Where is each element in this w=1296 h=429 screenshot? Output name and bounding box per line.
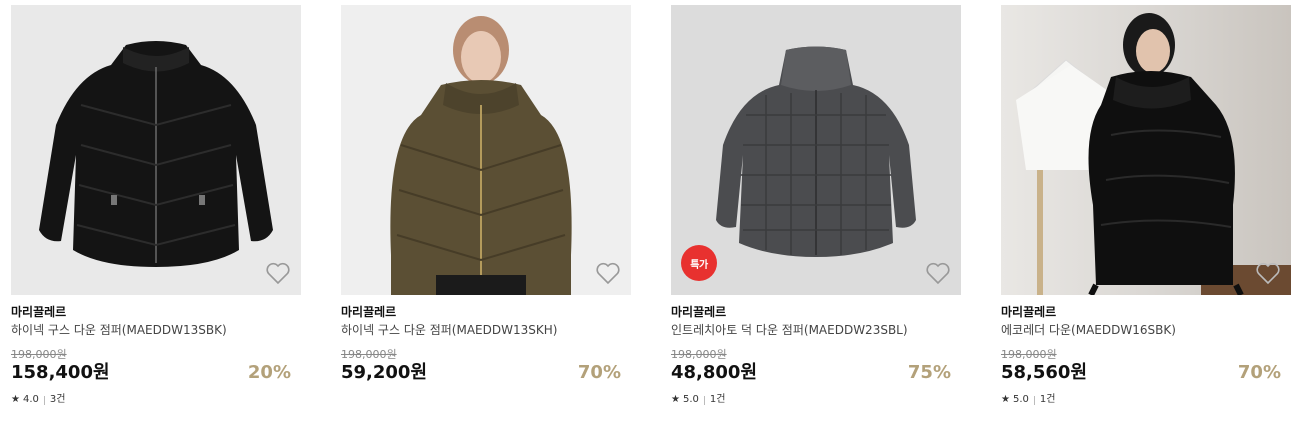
price-row: 58,560원 70% bbox=[1001, 362, 1291, 384]
sale-price: 48,800원 bbox=[671, 362, 758, 383]
product-name[interactable]: 에코레더 다운(MAEDDW16SBK) bbox=[1001, 323, 1291, 338]
wishlist-heart-icon[interactable] bbox=[1255, 261, 1281, 285]
product-card[interactable]: 마리끌레르 하이넥 구스 다운 점퍼(MAEDDW13SKH) 198,000원… bbox=[341, 5, 631, 384]
wishlist-heart-icon[interactable] bbox=[925, 261, 951, 285]
product-name[interactable]: 인트레치아토 덕 다운 점퍼(MAEDDW23SBL) bbox=[671, 323, 961, 338]
product-image[interactable] bbox=[1001, 5, 1291, 295]
special-deal-badge: 특가 bbox=[681, 245, 717, 281]
rating-summary: ★ 4.0 3건 bbox=[11, 394, 301, 406]
review-count: 3건 bbox=[49, 394, 66, 405]
product-brand[interactable]: 마리끌레르 bbox=[11, 305, 301, 320]
rating-summary: ★ 5.0 1건 bbox=[671, 394, 961, 406]
wishlist-heart-icon[interactable] bbox=[265, 261, 291, 285]
divider bbox=[43, 395, 45, 405]
original-price: 198,000원 bbox=[1001, 348, 1057, 361]
discount-rate: 70% bbox=[577, 362, 621, 383]
rating-value: 4.0 bbox=[22, 394, 39, 405]
product-card[interactable]: 마리끌레르 에코레더 다운(MAEDDW16SBK) 198,000원 58,5… bbox=[1001, 5, 1291, 406]
price-row: 48,800원 75% bbox=[671, 362, 961, 384]
divider bbox=[703, 395, 705, 405]
star-icon: ★ bbox=[1001, 394, 1010, 405]
product-name[interactable]: 하이넥 구스 다운 점퍼(MAEDDW13SKH) bbox=[341, 323, 631, 338]
review-count: 1건 bbox=[709, 394, 726, 405]
price-row: 158,400원 20% bbox=[11, 362, 301, 384]
grey-quilted-puffer-jacket-image bbox=[716, 46, 916, 257]
product-card[interactable]: 특가 마리끌레르 인트레치아토 덕 다운 점퍼(MAEDDW23SBL) 198… bbox=[671, 5, 961, 406]
rating-value: 5.0 bbox=[1012, 394, 1029, 405]
khaki-puffer-jacket-model-image bbox=[390, 16, 572, 295]
discount-rate: 70% bbox=[1237, 362, 1281, 383]
divider bbox=[1033, 395, 1035, 405]
wishlist-heart-icon[interactable] bbox=[595, 261, 621, 285]
original-price: 198,000원 bbox=[341, 348, 397, 361]
original-price: 198,000원 bbox=[11, 348, 67, 361]
sale-price: 58,560원 bbox=[1001, 362, 1088, 383]
product-grid: 마리끌레르 하이넥 구스 다운 점퍼(MAEDDW13SBK) 198,000원… bbox=[0, 0, 1296, 429]
discount-rate: 20% bbox=[247, 362, 291, 383]
product-brand[interactable]: 마리끌레르 bbox=[1001, 305, 1291, 320]
product-card[interactable]: 마리끌레르 하이넥 구스 다운 점퍼(MAEDDW13SBK) 198,000원… bbox=[11, 5, 301, 406]
rating-summary: ★ 5.0 1건 bbox=[1001, 394, 1291, 406]
discount-rate: 75% bbox=[907, 362, 951, 383]
product-image[interactable] bbox=[11, 5, 301, 295]
star-icon: ★ bbox=[11, 394, 20, 405]
product-image[interactable] bbox=[341, 5, 631, 295]
product-brand[interactable]: 마리끌레르 bbox=[671, 305, 961, 320]
black-leather-down-jacket-model-image bbox=[1016, 13, 1291, 295]
sale-price: 158,400원 bbox=[11, 362, 110, 383]
black-puffer-jacket-image bbox=[39, 41, 273, 267]
product-name[interactable]: 하이넥 구스 다운 점퍼(MAEDDW13SBK) bbox=[11, 323, 301, 338]
price-row: 59,200원 70% bbox=[341, 362, 631, 384]
product-image[interactable]: 특가 bbox=[671, 5, 961, 295]
sale-price: 59,200원 bbox=[341, 362, 428, 383]
rating-value: 5.0 bbox=[682, 394, 699, 405]
original-price: 198,000원 bbox=[671, 348, 727, 361]
product-brand[interactable]: 마리끌레르 bbox=[341, 305, 631, 320]
review-count: 1건 bbox=[1039, 394, 1056, 405]
star-icon: ★ bbox=[671, 394, 680, 405]
